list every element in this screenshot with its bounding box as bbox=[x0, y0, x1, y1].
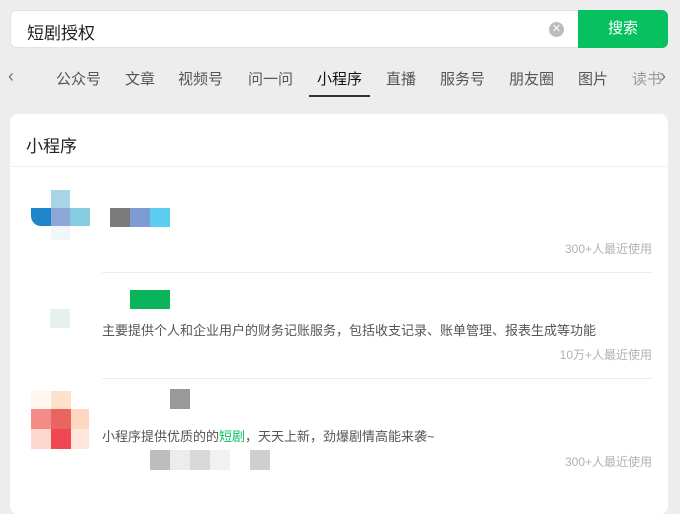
tab-official-account[interactable]: 公众号 bbox=[56, 68, 101, 89]
active-tab-indicator bbox=[309, 95, 370, 97]
result-item-2[interactable]: 主要提供个人和企业用户的财务记账服务，包括收支记录、账单管理、报表生成等功能 1… bbox=[10, 273, 668, 378]
section-title: 小程序 bbox=[26, 137, 77, 156]
chevron-left-icon[interactable]: ‹ bbox=[8, 66, 14, 87]
chevron-right-icon[interactable]: › bbox=[660, 66, 666, 87]
usage-count: 10万+人最近使用 bbox=[559, 348, 652, 362]
usage-count: 300+人最近使用 bbox=[564, 242, 652, 256]
tab-service-account[interactable]: 服务号 bbox=[440, 68, 485, 89]
result-item-3[interactable]: 小程序提供优质的的短剧，天天上新，劲爆剧情高能来袭~ 300+人最近使用 bbox=[10, 379, 668, 489]
tab-moments[interactable]: 朋友圈 bbox=[509, 68, 554, 89]
result-description: 主要提供个人和企业用户的财务记账服务，包括收支记录、账单管理、报表生成等功能 bbox=[102, 323, 597, 338]
search-button[interactable]: 搜索 bbox=[578, 10, 668, 48]
results-card: 小程序 300+人最近使用 主要提供个人和企业用户的财务记账服务，包括收支记录、… bbox=[10, 114, 668, 514]
search-box[interactable]: ✕ bbox=[10, 10, 580, 48]
tab-live[interactable]: 直播 bbox=[386, 68, 416, 89]
search-input[interactable] bbox=[25, 19, 529, 43]
tab-images[interactable]: 图片 bbox=[578, 68, 608, 89]
keyword-highlight: 短剧 bbox=[219, 429, 246, 444]
clear-circle-icon[interactable]: ✕ bbox=[549, 22, 564, 37]
tab-articles[interactable]: 文章 bbox=[125, 68, 155, 89]
tab-mini-program[interactable]: 小程序 bbox=[317, 68, 362, 89]
tab-channels[interactable]: 视频号 bbox=[178, 68, 223, 89]
tab-ask[interactable]: 问一问 bbox=[248, 68, 293, 89]
tab-bar: ‹ 公众号 文章 视频号 问一问 小程序 直播 服务号 朋友圈 图片 读书 › bbox=[0, 60, 680, 98]
usage-count: 300+人最近使用 bbox=[564, 455, 652, 469]
tab-books[interactable]: 读书 bbox=[632, 68, 662, 89]
result-description: 小程序提供优质的的短剧，天天上新，劲爆剧情高能来袭~ bbox=[102, 429, 435, 444]
result-item-1[interactable]: 300+人最近使用 bbox=[10, 172, 668, 272]
